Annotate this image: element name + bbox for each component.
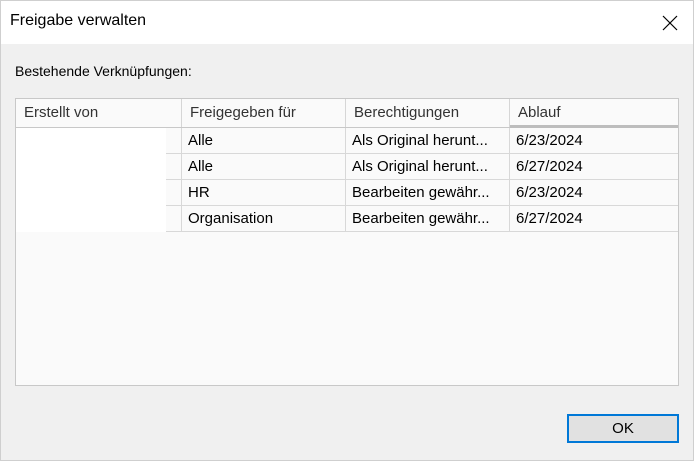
table-row[interactable]: Alle Als Original herunt... 6/27/2024: [16, 154, 678, 180]
close-icon: [662, 15, 678, 30]
shared-with-cell: HR: [182, 180, 346, 205]
column-header-permissions[interactable]: Berechtigungen: [346, 99, 510, 127]
permissions-cell: Bearbeiten gewähr...: [346, 206, 510, 231]
column-header-created-by[interactable]: Erstellt von: [16, 99, 182, 127]
created-by-cell: [16, 206, 166, 232]
table-row[interactable]: HR Bearbeiten gewähr... 6/23/2024: [16, 180, 678, 206]
title-bar: Freigabe verwalten: [1, 1, 693, 44]
expires-cell: 6/27/2024: [516, 158, 583, 175]
created-by-cell: [16, 180, 166, 206]
ok-button-label: OK: [612, 420, 634, 437]
existing-links-table[interactable]: Erstellt von Freigegeben für Berechtigun…: [15, 98, 679, 386]
permissions-cell: Bearbeiten gewähr...: [346, 180, 510, 205]
column-header-shared-with[interactable]: Freigegeben für: [182, 99, 346, 127]
expires-cell: 6/23/2024: [516, 132, 583, 149]
manage-sharing-dialog: Freigabe verwalten Bestehende Verknüpfun…: [0, 0, 694, 461]
column-header-expires[interactable]: Ablauf: [510, 99, 678, 127]
ok-button[interactable]: OK: [567, 414, 679, 443]
table-row[interactable]: Alle Als Original herunt... 6/23/2024: [16, 128, 678, 154]
table-row[interactable]: Organisation Bearbeiten gewähr... 6/27/2…: [16, 206, 678, 232]
table-header: Erstellt von Freigegeben für Berechtigun…: [16, 99, 678, 128]
permissions-cell: Als Original herunt...: [346, 128, 510, 153]
created-by-cell: [16, 128, 166, 154]
table-body: Alle Als Original herunt... 6/23/2024 Al…: [16, 128, 678, 232]
created-by-cell: [16, 154, 166, 180]
expires-cell: 6/27/2024: [516, 210, 583, 227]
shared-with-cell: Alle: [182, 154, 346, 179]
window-title: Freigabe verwalten: [10, 12, 147, 29]
existing-links-label: Bestehende Verknüpfungen:: [15, 63, 192, 79]
expires-cell: 6/23/2024: [516, 184, 583, 201]
permissions-cell: Als Original herunt...: [346, 154, 510, 179]
close-button[interactable]: [647, 1, 693, 44]
shared-with-cell: Organisation: [182, 206, 346, 231]
shared-with-cell: Alle: [182, 128, 346, 153]
